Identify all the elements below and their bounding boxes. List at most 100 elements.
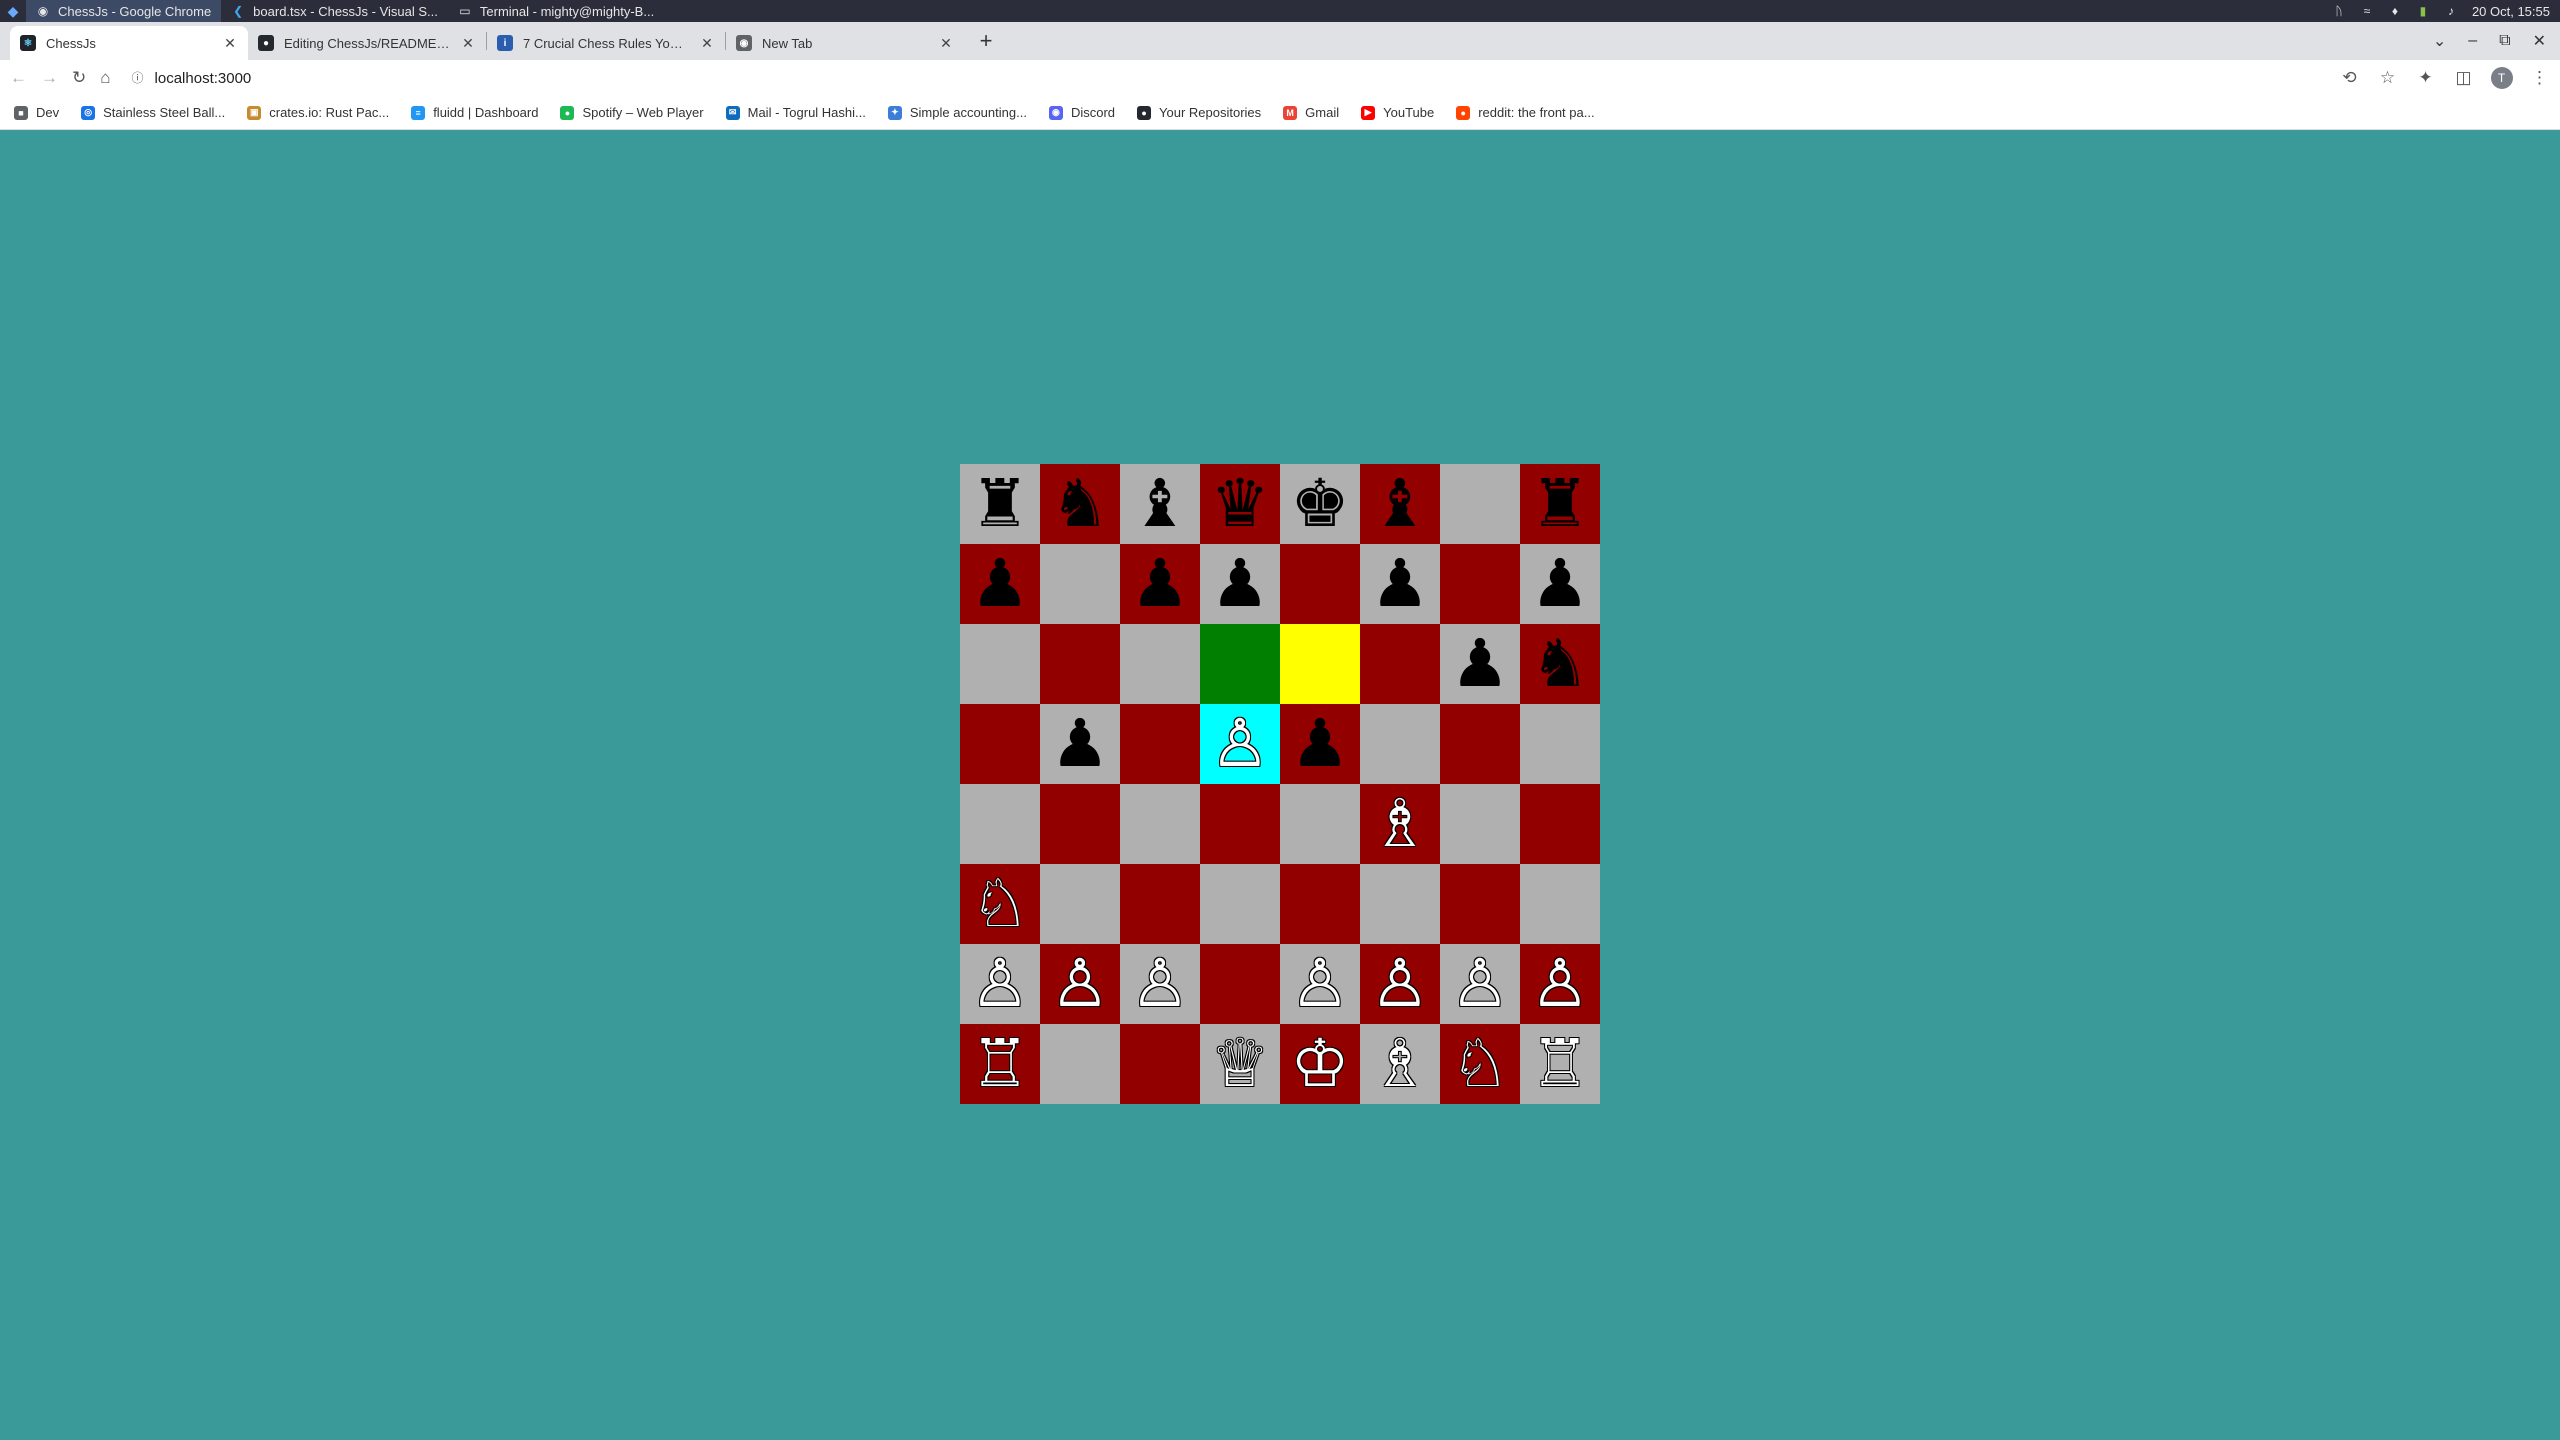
- square-b2[interactable]: ♙: [1040, 944, 1120, 1024]
- os-menu-icon[interactable]: ◆: [0, 0, 26, 22]
- square-d2[interactable]: [1200, 944, 1280, 1024]
- square-b7[interactable]: [1040, 544, 1120, 624]
- bookmark-fluidd[interactable]: ≡ fluidd | Dashboard: [411, 105, 538, 120]
- bookmark-crates[interactable]: ▣ crates.io: Rust Pac...: [247, 105, 389, 120]
- close-window-icon[interactable]: ✕: [2533, 31, 2546, 51]
- square-e1[interactable]: ♔: [1280, 1024, 1360, 1104]
- square-d3[interactable]: [1200, 864, 1280, 944]
- square-e4[interactable]: [1280, 784, 1360, 864]
- square-f3[interactable]: [1360, 864, 1440, 944]
- square-c2[interactable]: ♙: [1120, 944, 1200, 1024]
- white-rook-icon[interactable]: ♖: [970, 1031, 1029, 1097]
- square-b4[interactable]: [1040, 784, 1120, 864]
- square-d4[interactable]: [1200, 784, 1280, 864]
- square-h1[interactable]: ♖: [1520, 1024, 1600, 1104]
- bell-icon[interactable]: ♦: [2388, 4, 2402, 18]
- black-king-icon[interactable]: ♚: [1290, 471, 1349, 537]
- black-pawn-icon[interactable]: ♟: [970, 551, 1029, 617]
- white-knight-icon[interactable]: ♘: [1450, 1031, 1509, 1097]
- square-c5[interactable]: [1120, 704, 1200, 784]
- square-e5[interactable]: ♟: [1280, 704, 1360, 784]
- square-h5[interactable]: [1520, 704, 1600, 784]
- square-d8[interactable]: ♛: [1200, 464, 1280, 544]
- square-f6[interactable]: [1360, 624, 1440, 704]
- square-h3[interactable]: [1520, 864, 1600, 944]
- bookmark-discord[interactable]: ◉ Discord: [1048, 105, 1115, 120]
- square-f5[interactable]: [1360, 704, 1440, 784]
- square-c7[interactable]: ♟: [1120, 544, 1200, 624]
- square-b3[interactable]: [1040, 864, 1120, 944]
- square-c6[interactable]: [1120, 624, 1200, 704]
- info-icon[interactable]: ⓘ: [131, 71, 145, 85]
- square-a5[interactable]: [960, 704, 1040, 784]
- bookmark-youtube[interactable]: ▶ YouTube: [1361, 105, 1434, 120]
- black-pawn-icon[interactable]: ♟: [1050, 711, 1109, 777]
- square-d7[interactable]: ♟: [1200, 544, 1280, 624]
- black-pawn-icon[interactable]: ♟: [1530, 551, 1589, 617]
- black-bishop-icon[interactable]: ♝: [1370, 471, 1429, 537]
- square-c1[interactable]: [1120, 1024, 1200, 1104]
- black-rook-icon[interactable]: ♜: [1530, 471, 1589, 537]
- star-icon[interactable]: ☆: [2377, 67, 2399, 89]
- bookmark-spotify[interactable]: ● Spotify – Web Player: [560, 105, 704, 120]
- square-b8[interactable]: ♞: [1040, 464, 1120, 544]
- black-knight-icon[interactable]: ♞: [1530, 631, 1589, 697]
- tab-chessjs[interactable]: ⚛ ChessJs ✕: [10, 26, 248, 60]
- close-icon[interactable]: ✕: [460, 35, 476, 52]
- square-b1[interactable]: [1040, 1024, 1120, 1104]
- minimize-icon[interactable]: –: [2468, 32, 2477, 50]
- square-f2[interactable]: ♙: [1360, 944, 1440, 1024]
- square-e3[interactable]: [1280, 864, 1360, 944]
- avatar[interactable]: T: [2490, 67, 2513, 89]
- tab-github-readme[interactable]: ● Editing ChessJs/README.md at ✕: [248, 26, 486, 60]
- square-e7[interactable]: [1280, 544, 1360, 624]
- black-bishop-icon[interactable]: ♝: [1130, 471, 1189, 537]
- url-text[interactable]: localhost:3000: [155, 70, 252, 87]
- square-g7[interactable]: [1440, 544, 1520, 624]
- menu-icon[interactable]: ⋮: [2529, 67, 2551, 89]
- black-rook-icon[interactable]: ♜: [970, 471, 1029, 537]
- square-h6[interactable]: ♞: [1520, 624, 1600, 704]
- white-rook-icon[interactable]: ♖: [1530, 1031, 1589, 1097]
- square-c8[interactable]: ♝: [1120, 464, 1200, 544]
- back-icon[interactable]: ←: [10, 67, 27, 89]
- forward-icon[interactable]: →: [41, 67, 58, 89]
- black-queen-icon[interactable]: ♛: [1210, 471, 1269, 537]
- white-pawn-icon[interactable]: ♙: [1130, 951, 1189, 1017]
- white-pawn-icon[interactable]: ♙: [1370, 951, 1429, 1017]
- clock[interactable]: 20 Oct, 15:55: [2472, 4, 2550, 19]
- bookmark-outlook[interactable]: ✉ Mail - Togrul Hashi...: [725, 105, 866, 120]
- square-d5[interactable]: ♙: [1200, 704, 1280, 784]
- white-king-icon[interactable]: ♔: [1290, 1031, 1349, 1097]
- white-pawn-icon[interactable]: ♙: [1210, 711, 1269, 777]
- close-icon[interactable]: ✕: [938, 35, 954, 52]
- square-g2[interactable]: ♙: [1440, 944, 1520, 1024]
- square-h2[interactable]: ♙: [1520, 944, 1600, 1024]
- tab-new-tab[interactable]: ◉ New Tab ✕: [726, 26, 964, 60]
- square-f8[interactable]: ♝: [1360, 464, 1440, 544]
- side-panel-icon[interactable]: ◫: [2453, 67, 2475, 89]
- square-a4[interactable]: [960, 784, 1040, 864]
- close-icon[interactable]: ✕: [222, 35, 238, 52]
- square-b6[interactable]: [1040, 624, 1120, 704]
- bluetooth-icon[interactable]: ᚢ: [2332, 4, 2346, 18]
- square-e2[interactable]: ♙: [1280, 944, 1360, 1024]
- square-a2[interactable]: ♙: [960, 944, 1040, 1024]
- bookmark-reddit[interactable]: ● reddit: the front pa...: [1456, 105, 1595, 120]
- tab-chess-rules[interactable]: i 7 Crucial Chess Rules You Need ✕: [487, 26, 725, 60]
- bookmark-folder[interactable]: ■ Dev: [14, 105, 59, 120]
- square-f7[interactable]: ♟: [1360, 544, 1440, 624]
- battery-icon[interactable]: ▮: [2416, 4, 2430, 18]
- square-a3[interactable]: ♘: [960, 864, 1040, 944]
- reload-icon[interactable]: ↻: [72, 67, 86, 89]
- white-pawn-icon[interactable]: ♙: [1050, 951, 1109, 1017]
- white-bishop-icon[interactable]: ♗: [1370, 1031, 1429, 1097]
- square-f4[interactable]: ♗: [1360, 784, 1440, 864]
- tab-search-icon[interactable]: ⌄: [2433, 31, 2446, 51]
- square-e6[interactable]: [1280, 624, 1360, 704]
- new-tab-button[interactable]: +: [970, 25, 1002, 57]
- close-icon[interactable]: ✕: [699, 35, 715, 52]
- square-e8[interactable]: ♚: [1280, 464, 1360, 544]
- black-knight-icon[interactable]: ♞: [1050, 471, 1109, 537]
- square-c3[interactable]: [1120, 864, 1200, 944]
